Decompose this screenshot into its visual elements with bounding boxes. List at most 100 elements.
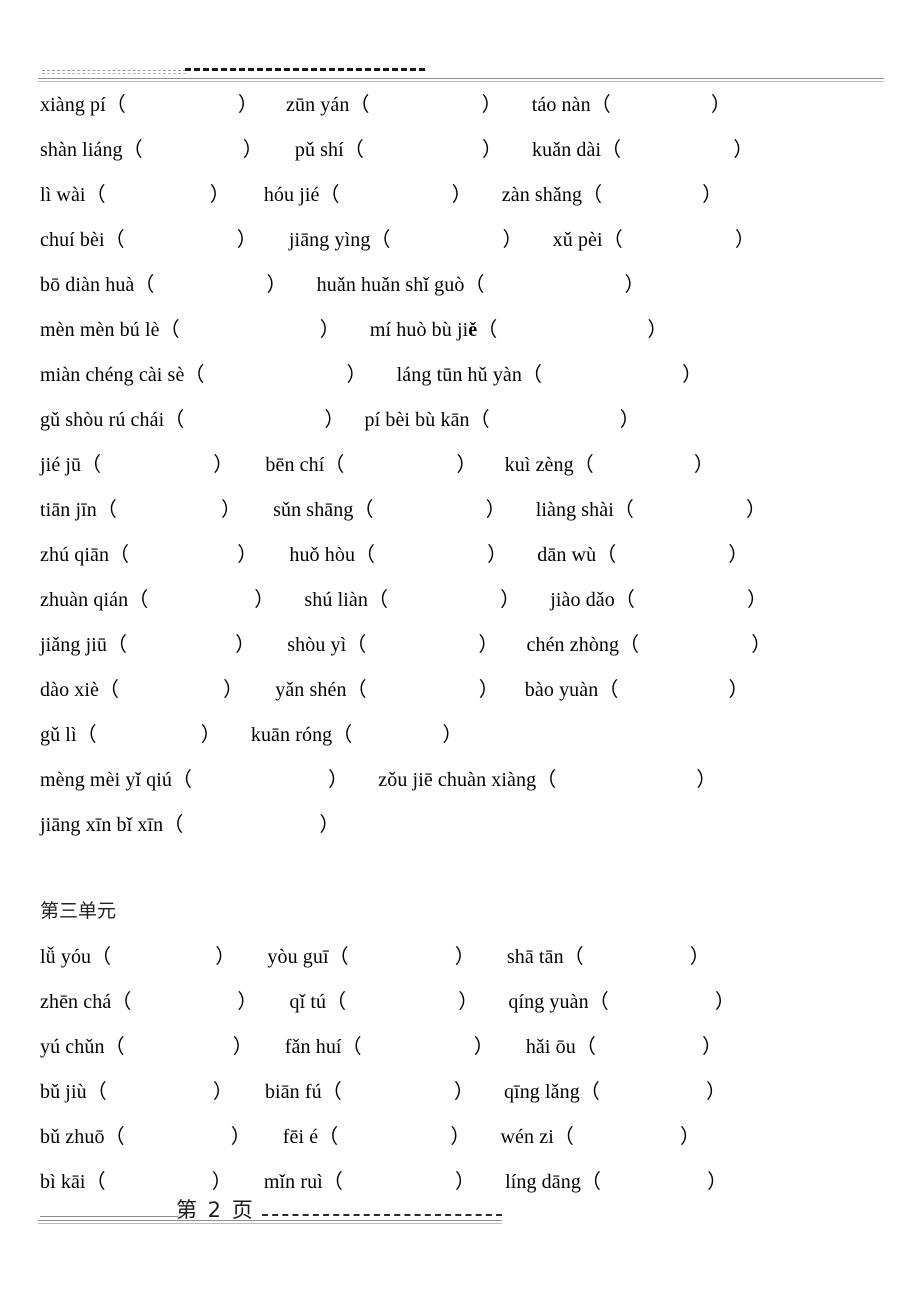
answer-paren-open: （ bbox=[573, 452, 594, 476]
pinyin-term: mèng mèi yǐ qiú bbox=[40, 769, 173, 791]
pinyin-term: shú liàn bbox=[304, 589, 368, 611]
footer-line-left bbox=[40, 1216, 178, 1217]
answer-paren-open: （ bbox=[332, 722, 353, 746]
answer-paren-open: （ bbox=[159, 317, 180, 341]
pinyin-term: dān wù bbox=[537, 544, 597, 566]
pinyin-term: pí bèi bù kān bbox=[364, 409, 470, 431]
answer-paren-close: ） bbox=[221, 497, 242, 521]
answer-paren-open: （ bbox=[122, 137, 143, 161]
pinyin-term: tiān jīn bbox=[40, 499, 97, 521]
pinyin-term: shā tān bbox=[506, 946, 564, 968]
answer-paren-open: （ bbox=[111, 989, 132, 1013]
answer-paren-open: （ bbox=[370, 227, 391, 251]
pinyin-row: shàn liáng（） pǔ shí（） kuǎn dài（） bbox=[40, 127, 890, 172]
pinyin-row: mèn mèn bú lè（） mí huò bù jiě（） bbox=[40, 307, 890, 352]
answer-paren-open: （ bbox=[522, 362, 543, 386]
answer-paren-open: （ bbox=[613, 497, 635, 521]
answer-paren-open: （ bbox=[134, 272, 155, 296]
answer-paren-open: （ bbox=[104, 1034, 125, 1058]
answer-paren-open: （ bbox=[353, 497, 374, 521]
answer-paren-close: ） bbox=[751, 632, 772, 656]
answer-paren-close: ） bbox=[682, 362, 703, 386]
pinyin-row: gǔ lì（） kuān róng（） bbox=[40, 712, 890, 757]
pinyin-term: jiào dǎo bbox=[550, 589, 615, 611]
answer-paren-close: ） bbox=[232, 1034, 253, 1058]
pinyin-term: zàn shǎng bbox=[501, 184, 583, 206]
answer-paren-open: （ bbox=[86, 1079, 107, 1103]
pinyin-term: jiāng xīn bǐ xīn bbox=[40, 814, 164, 836]
footer-horizontal-rule bbox=[38, 1220, 502, 1221]
answer-paren-open: （ bbox=[99, 677, 120, 701]
answer-paren-close: ） bbox=[454, 944, 475, 968]
pinyin-row: bǔ zhuō（） fēi é（） wén zi（） bbox=[40, 1114, 890, 1159]
pinyin-row: jié jū（） bēn chí（） kuì zèng（） bbox=[40, 442, 890, 487]
answer-paren-close: ） bbox=[746, 587, 768, 611]
answer-paren-open: （ bbox=[614, 587, 635, 611]
answer-paren-close: ） bbox=[213, 452, 234, 476]
answer-paren-close: ） bbox=[458, 989, 479, 1013]
pinyin-term: shòu yì bbox=[287, 634, 347, 656]
answer-paren-open: （ bbox=[346, 632, 367, 656]
answer-paren-close: ） bbox=[710, 92, 731, 116]
pinyin-row: mèng mèi yǐ qiú（） zǒu jiē chuàn xiàng（） bbox=[40, 757, 890, 802]
answer-paren-open: （ bbox=[104, 1124, 125, 1148]
pinyin-row: zhuàn qián（） shú liàn（） jiào dǎo（） bbox=[40, 577, 890, 622]
answer-paren-open: （ bbox=[105, 92, 126, 116]
answer-paren-close: ） bbox=[230, 1124, 251, 1148]
answer-paren-close: ） bbox=[734, 227, 755, 251]
pinyin-row: jiāng xīn bǐ xīn（ ） bbox=[40, 802, 890, 847]
answer-paren-close: ） bbox=[450, 1124, 471, 1148]
pinyin-row: miàn chéng cài sè（） láng tūn hǔ yàn（） bbox=[40, 352, 890, 397]
answer-paren-open: （ bbox=[91, 944, 112, 968]
pinyin-term: bēn chí bbox=[265, 454, 325, 476]
answer-paren-close: ） bbox=[442, 722, 463, 746]
answer-paren-close: ） bbox=[223, 677, 244, 701]
pinyin-term: bǔ zhuō bbox=[40, 1126, 105, 1148]
pinyin-term: bǔ jiù bbox=[40, 1081, 87, 1103]
answer-paren-open: （ bbox=[321, 1079, 342, 1103]
answer-paren-close: ） bbox=[328, 767, 349, 791]
answer-paren-open: （ bbox=[590, 92, 611, 116]
answer-paren-close: ） bbox=[473, 1034, 494, 1058]
pinyin-term: zhēn chá bbox=[40, 991, 112, 1013]
answer-paren-close: ） bbox=[254, 587, 275, 611]
pinyin-term: zhú qiān bbox=[40, 544, 110, 566]
answer-paren-open: （ bbox=[76, 722, 97, 746]
pinyin-term: táo nàn bbox=[531, 94, 591, 116]
answer-paren-close: ） bbox=[319, 317, 340, 341]
pinyin-row: yú chǔn（） fǎn huí（） hǎi ōu（） bbox=[40, 1024, 890, 1069]
answer-paren-open: （ bbox=[464, 272, 485, 296]
answer-paren-open: （ bbox=[96, 497, 118, 521]
answer-paren-open: （ bbox=[469, 407, 490, 431]
pinyin-term: xiàng pí bbox=[40, 94, 106, 116]
answer-paren-close: ） bbox=[451, 182, 472, 206]
answer-paren-close: ） bbox=[746, 497, 767, 521]
pinyin-term: chén zhòng bbox=[526, 634, 620, 656]
answer-paren-close: ） bbox=[624, 272, 645, 296]
answer-paren-close: ） bbox=[209, 182, 230, 206]
answer-paren-open: （ bbox=[164, 407, 185, 431]
answer-paren-close: ） bbox=[693, 452, 714, 476]
answer-paren-close: ） bbox=[237, 989, 258, 1013]
answer-paren-open: （ bbox=[553, 1124, 574, 1148]
answer-paren-close: ） bbox=[705, 1079, 727, 1103]
answer-paren-close: ） bbox=[236, 227, 257, 251]
worksheet-content: xiàng pí（） zūn yán（） táo nàn（） shàn liáng（）… bbox=[40, 82, 890, 1204]
answer-paren-open: （ bbox=[367, 587, 389, 611]
pinyin-term: liàng shài bbox=[535, 499, 614, 521]
pinyin-term: zhuàn qián bbox=[40, 589, 129, 611]
answer-paren-close: ） bbox=[728, 542, 749, 566]
answer-paren-close: ） bbox=[714, 989, 735, 1013]
pinyin-term: mí huò bù jiě bbox=[369, 319, 478, 341]
pinyin-row: zhēn chá（） qǐ tú（） qíng yuàn（） bbox=[40, 979, 890, 1024]
answer-paren-close: ） bbox=[237, 542, 258, 566]
pinyin-term: xǔ pèi bbox=[552, 229, 603, 251]
answer-paren-close: ） bbox=[319, 812, 340, 836]
answer-paren-close: ） bbox=[502, 227, 523, 251]
pinyin-term: gǔ lì bbox=[40, 724, 77, 746]
pinyin-term: huǎn huǎn shǐ guò bbox=[316, 274, 465, 296]
answer-paren-close: ） bbox=[212, 1079, 233, 1103]
answer-paren-open: （ bbox=[328, 944, 349, 968]
pinyin-term: miàn chéng cài sè bbox=[40, 364, 185, 386]
